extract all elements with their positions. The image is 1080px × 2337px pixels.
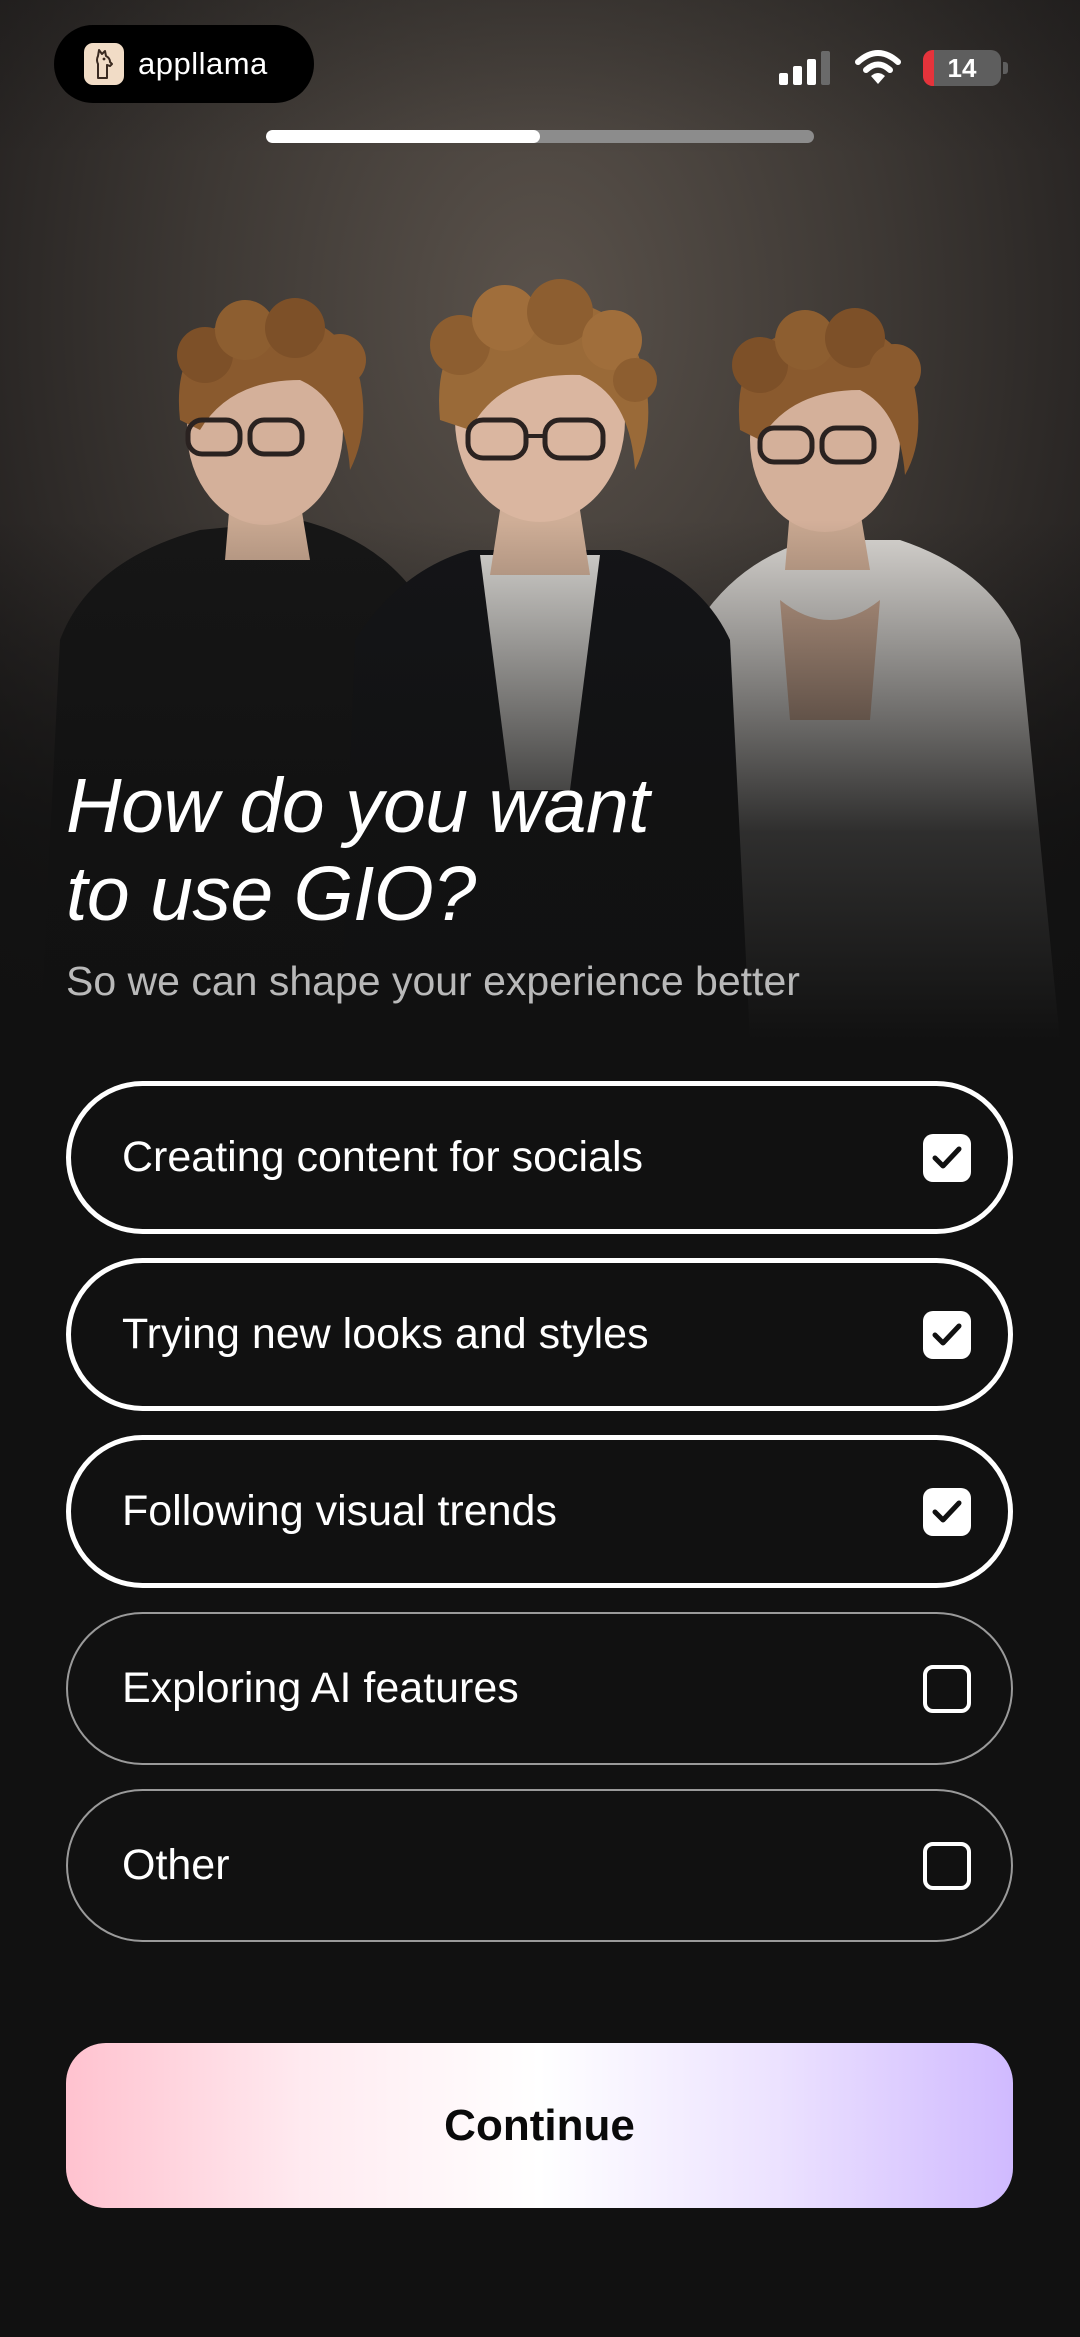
option-visual-trends[interactable]: Following visual trends [66,1435,1013,1588]
app-badge: appllama [54,25,314,103]
checkmark-icon [932,1146,962,1168]
checkbox-icon[interactable] [923,1664,971,1713]
option-label: Creating content for socials [122,1133,644,1181]
title-line-1: How do you want [66,763,650,849]
checkbox-icon[interactable] [923,1487,971,1536]
battery-icon: 14 [923,50,1001,86]
option-label: Trying new looks and styles [122,1310,649,1358]
onboarding-progress-bar [266,130,814,143]
screen: appllama 14 How do you want to use GIO? … [0,0,1080,2337]
checkbox-icon[interactable] [923,1841,971,1890]
cellular-signal-icon [779,51,830,85]
checkbox-icon[interactable] [923,1310,971,1359]
page-subtitle: So we can shape your experience better [66,958,800,1004]
wifi-icon [855,50,901,84]
continue-button[interactable]: Continue [66,2043,1013,2208]
status-indicators: 14 [779,50,1008,86]
checkmark-icon [932,1500,962,1522]
battery-percentage: 14 [947,52,977,83]
option-new-looks[interactable]: Trying new looks and styles [66,1258,1013,1411]
battery-tip [1003,62,1008,74]
title-line-2: to use GIO? [66,851,476,937]
option-other[interactable]: Other [66,1789,1013,1942]
option-label: Other [122,1841,230,1889]
option-label: Exploring AI features [122,1664,519,1712]
checkmark-icon [932,1323,962,1345]
option-creating-content[interactable]: Creating content for socials [66,1081,1013,1234]
battery-level [923,50,934,86]
option-label: Following visual trends [122,1487,557,1535]
continue-label: Continue [444,2100,635,2150]
option-ai-features[interactable]: Exploring AI features [66,1612,1013,1765]
app-name: appllama [138,46,268,81]
llama-logo-icon [84,43,124,85]
page-title: How do you want to use GIO? [66,762,966,938]
progress-fill [266,130,540,143]
checkbox-icon[interactable] [923,1133,971,1182]
